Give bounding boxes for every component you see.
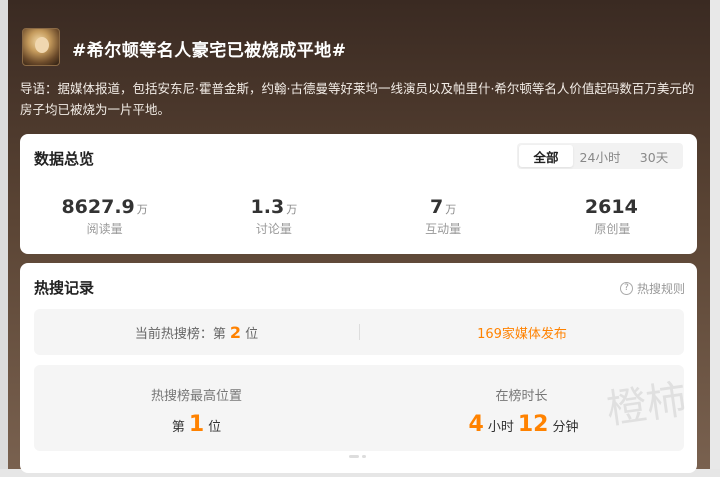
- carousel-pager[interactable]: [349, 455, 369, 458]
- tab-all[interactable]: 全部: [519, 145, 573, 167]
- current-rank: 当前热搜榜：第 2 位: [34, 309, 359, 355]
- topic-title[interactable]: #希尔顿等名人豪宅已被烧成平地#: [72, 36, 347, 61]
- stat-read-value: 8627.9: [61, 196, 135, 218]
- duration-minutes: 12: [517, 412, 549, 437]
- watermark-logo: 橙柿: [603, 376, 690, 434]
- best-rank-number: 1: [188, 412, 205, 437]
- topic-header: #希尔顿等名人豪宅已被烧成平地# 导语：据媒体报道，包括安东尼·霍普金斯，约翰·…: [20, 26, 700, 117]
- stat-read-unit: 万: [136, 203, 148, 216]
- current-rank-number: 2: [229, 322, 242, 342]
- current-rank-suffix: 位: [245, 326, 259, 342]
- best-rank-suffix: 位: [208, 420, 222, 435]
- pager-dot-active[interactable]: [349, 455, 359, 458]
- tab-24h[interactable]: 24小时: [573, 145, 627, 167]
- best-rank: 热搜榜最高位置 第 1 位: [34, 365, 359, 451]
- frame-right: [710, 0, 720, 477]
- current-rank-box: 当前热搜榜：第 2 位 169家媒体发布: [34, 309, 684, 355]
- hot-search-title: 热搜记录: [34, 279, 95, 297]
- stat-original-label: 原创量: [594, 222, 631, 236]
- topic-intro: 导语：据媒体报道，包括安东尼·霍普金斯，约翰·古德曼等好莱坞一线演员以及帕里什·…: [20, 81, 695, 117]
- hot-search-record-card: 热搜记录 ? 热搜规则 当前热搜榜：第 2 位 169家媒体发布 热搜榜最高位置…: [20, 263, 697, 473]
- frame-left: [0, 0, 8, 477]
- stat-interact: 7万 互动量: [359, 196, 528, 237]
- duration-hours-unit: 小时: [487, 420, 514, 435]
- hot-search-rules-link[interactable]: ? 热搜规则: [619, 280, 685, 297]
- avatar-face-shape: [35, 37, 49, 53]
- stat-discuss: 1.3 万 讨论量: [189, 196, 358, 237]
- hot-search-rules-label: 热搜规则: [636, 282, 685, 296]
- stats-row: 8627.9 万 阅读量 1.3 万 讨论量 7万 互动量 2614 原创量: [20, 196, 697, 237]
- stat-discuss-label: 讨论量: [255, 222, 292, 236]
- media-publish-link[interactable]: 169家媒体发布: [360, 309, 684, 355]
- best-rank-value: 第 1 位: [34, 412, 359, 437]
- duration-hours: 4: [468, 412, 484, 437]
- stat-original-value: 2614: [584, 196, 638, 218]
- current-rank-prefix: 当前热搜榜：第: [134, 326, 226, 342]
- overview-title: 数据总览: [34, 150, 95, 168]
- stat-original: 2614 原创量: [528, 196, 697, 237]
- duration-minutes-unit: 分钟: [552, 420, 579, 435]
- pager-dot[interactable]: [362, 455, 366, 458]
- stat-interact-label: 互动量: [425, 222, 462, 236]
- question-icon: ?: [619, 282, 633, 295]
- stat-read: 8627.9 万 阅读量: [20, 196, 189, 237]
- time-range-tabs: 全部 24小时 30天: [517, 143, 683, 169]
- best-rank-box: 热搜榜最高位置 第 1 位 在榜时长 4 小时 12 分钟: [34, 365, 684, 451]
- best-rank-label: 热搜榜最高位置: [150, 389, 242, 404]
- tab-30d[interactable]: 30天: [627, 145, 681, 167]
- stat-interact-unit: 万: [445, 203, 457, 216]
- best-rank-prefix: 第: [171, 420, 185, 435]
- data-overview-card: 数据总览 全部 24小时 30天 8627.9 万 阅读量 1.3 万 讨论量 7万…: [20, 134, 697, 254]
- topic-avatar[interactable]: [22, 28, 60, 66]
- stat-discuss-unit: 万: [286, 203, 298, 216]
- stat-discuss-value: 1.3: [250, 196, 285, 218]
- stat-read-label: 阅读量: [86, 222, 123, 236]
- stat-interact-value: 7: [430, 196, 444, 218]
